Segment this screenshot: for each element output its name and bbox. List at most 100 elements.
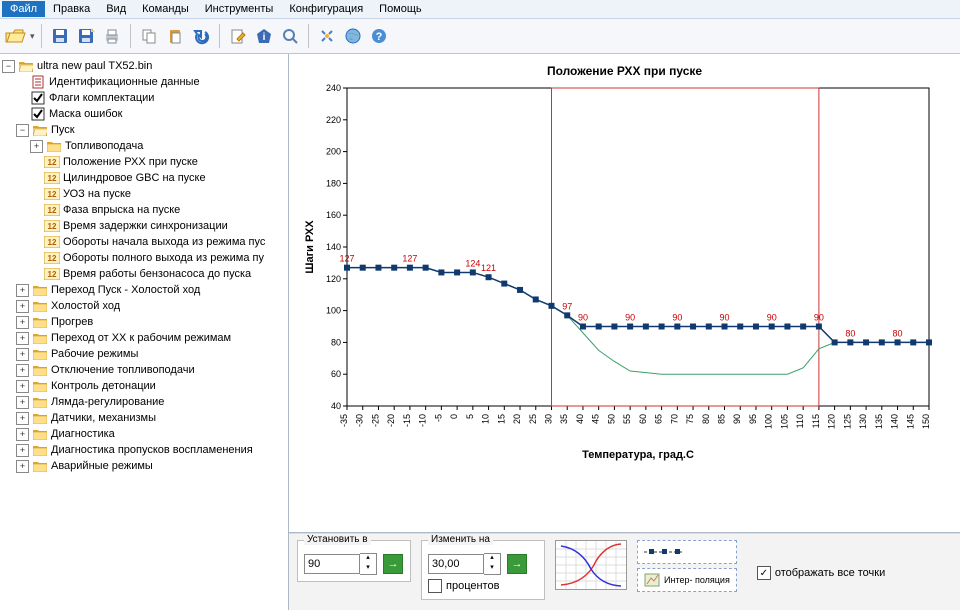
tree-pusk-child-8[interactable]: 12 Время работы бензонасоса до пуска xyxy=(2,266,286,282)
svg-text:0: 0 xyxy=(449,414,459,419)
set-value-spinner[interactable]: ▴▾ xyxy=(360,553,377,575)
tree-toggle-icon[interactable]: + xyxy=(16,444,29,457)
save-button[interactable] xyxy=(48,24,72,48)
svg-text:100: 100 xyxy=(764,414,774,429)
menu-файл[interactable]: Файл xyxy=(2,1,45,17)
tree-node-label: УОЗ на пуске xyxy=(63,188,131,200)
show-all-points-checkbox[interactable]: ✓ xyxy=(757,566,771,580)
tools-button[interactable] xyxy=(315,24,339,48)
set-value-apply-button[interactable]: → xyxy=(383,554,403,574)
menu-конфигурация[interactable]: Конфигурация xyxy=(281,1,371,17)
tree-pusk-child-4[interactable]: 12 Фаза впрыска на пуске xyxy=(2,202,286,218)
menu-команды[interactable]: Команды xyxy=(134,1,197,17)
tree-pusk-child-2[interactable]: 12 Цилиндровое GBC на пуске xyxy=(2,170,286,186)
svg-text:200: 200 xyxy=(326,147,341,157)
tree-folder-3[interactable]: + Переход от ХХ к рабочим режимам xyxy=(2,330,286,346)
tree-toggle-icon[interactable]: + xyxy=(16,364,29,377)
svg-text:60: 60 xyxy=(638,414,648,424)
tree-node-label: Положение РХХ при пуске xyxy=(63,156,198,168)
svg-text:90: 90 xyxy=(767,313,777,323)
tree-root-child-2[interactable]: Маска ошибок xyxy=(2,106,286,122)
percent-checkbox[interactable] xyxy=(428,579,442,593)
tree-toggle-icon[interactable]: + xyxy=(16,380,29,393)
edit-button[interactable] xyxy=(226,24,250,48)
interpolation-button[interactable]: Интер- поляция xyxy=(637,568,737,592)
set-value-input[interactable] xyxy=(304,554,360,574)
tree-toggle-icon[interactable]: + xyxy=(16,332,29,345)
tree-node-icon xyxy=(32,347,48,361)
line-style-button[interactable] xyxy=(637,540,737,564)
tree-root[interactable]: − ultra new paul TX52.bin xyxy=(2,58,286,74)
tree-toggle-icon[interactable]: + xyxy=(16,300,29,313)
tree-folder-1[interactable]: + Холостой ход xyxy=(2,298,286,314)
tree-pusk-child-5[interactable]: 12 Время задержки синхронизации xyxy=(2,218,286,234)
change-by-spinner[interactable]: ▴▾ xyxy=(484,553,501,575)
search-button[interactable] xyxy=(278,24,302,48)
tree-toggle-icon[interactable]: − xyxy=(16,124,29,137)
dropdown-icon[interactable]: ▾ xyxy=(30,31,35,42)
svg-text:80: 80 xyxy=(845,328,855,338)
globe-button[interactable] xyxy=(341,24,365,48)
change-by-apply-button[interactable]: → xyxy=(507,554,527,574)
tree-folder-6[interactable]: + Контроль детонации xyxy=(2,378,286,394)
tree-toggle-icon[interactable]: + xyxy=(16,412,29,425)
svg-text:80: 80 xyxy=(893,328,903,338)
tree-toggle-icon[interactable]: + xyxy=(30,140,43,153)
change-by-input[interactable] xyxy=(428,554,484,574)
tree-folder-4[interactable]: + Рабочие режимы xyxy=(2,346,286,362)
tree-toggle-icon[interactable]: + xyxy=(16,460,29,473)
tree-node-icon xyxy=(32,363,48,377)
chart-plot[interactable]: 406080100120140160180200220240-35-30-25-… xyxy=(299,82,939,462)
tree-node-label: Топливоподача xyxy=(65,140,143,152)
menu-вид[interactable]: Вид xyxy=(98,1,134,17)
tree-folder-0[interactable]: + Переход Пуск - Холостой ход xyxy=(2,282,286,298)
tree-root-child-0[interactable]: Идентификационные данные xyxy=(2,74,286,90)
menu-инструменты[interactable]: Инструменты xyxy=(197,1,282,17)
tree-folder-2[interactable]: + Прогрев xyxy=(2,314,286,330)
chart-area: Положение РХХ при пуске 4060801001201401… xyxy=(289,54,960,533)
tree-pusk-child-0[interactable]: + Топливоподача xyxy=(2,138,286,154)
open-button[interactable] xyxy=(4,24,28,48)
tree-pusk-child-7[interactable]: 12 Обороты полного выхода из режима пу xyxy=(2,250,286,266)
paste-button[interactable] xyxy=(163,24,187,48)
help-button[interactable]: ? xyxy=(367,24,391,48)
svg-text:35: 35 xyxy=(559,414,569,424)
tree-toggle-icon[interactable]: + xyxy=(16,428,29,441)
svg-text:50: 50 xyxy=(606,414,616,424)
tree-pusk-child-6[interactable]: 12 Обороты начала выхода из режима пус xyxy=(2,234,286,250)
tree-root-child-1[interactable]: Флаги комплектации xyxy=(2,90,286,106)
menu-помощь[interactable]: Помощь xyxy=(371,1,430,17)
mini-preview-chart xyxy=(555,540,627,590)
tree-folder-7[interactable]: + Лямда-регулирование xyxy=(2,394,286,410)
print-button[interactable] xyxy=(100,24,124,48)
svg-text:12: 12 xyxy=(48,222,57,231)
tree-folder-9[interactable]: + Диагностика xyxy=(2,426,286,442)
svg-text:180: 180 xyxy=(326,178,341,188)
save-as-button[interactable] xyxy=(74,24,98,48)
tree-node-label: Отключение топливоподачи xyxy=(51,364,195,376)
tree-node-icon xyxy=(32,459,48,473)
menu-правка[interactable]: Правка xyxy=(45,1,98,17)
tree-pusk-child-3[interactable]: 12 УОЗ на пуске xyxy=(2,186,286,202)
tree-node-icon: 12 xyxy=(44,187,60,201)
undo-button[interactable] xyxy=(189,24,213,48)
tree-toggle-icon[interactable]: + xyxy=(16,348,29,361)
svg-text:65: 65 xyxy=(654,414,664,424)
tree-pusk[interactable]: − Пуск xyxy=(2,122,286,138)
info-button[interactable]: i xyxy=(252,24,276,48)
chart-title: Положение РХХ при пуске xyxy=(299,64,950,78)
svg-text:20: 20 xyxy=(512,414,522,424)
svg-text:140: 140 xyxy=(326,242,341,252)
copy-button[interactable] xyxy=(137,24,161,48)
tree-folder-10[interactable]: + Диагностика пропусков воспламенения xyxy=(2,442,286,458)
tree-toggle-icon[interactable]: + xyxy=(16,316,29,329)
tree-toggle-icon[interactable]: + xyxy=(16,396,29,409)
tree-toggle-icon[interactable]: + xyxy=(16,284,29,297)
tree-pusk-child-1[interactable]: 12 Положение РХХ при пуске xyxy=(2,154,286,170)
tree-folder-11[interactable]: + Аварийные режимы xyxy=(2,458,286,474)
tree-folder-5[interactable]: + Отключение топливоподачи xyxy=(2,362,286,378)
tree-toggle-icon xyxy=(30,269,41,280)
svg-text:12: 12 xyxy=(48,190,57,199)
tree-folder-8[interactable]: + Датчики, механизмы xyxy=(2,410,286,426)
tree-toggle-icon[interactable]: − xyxy=(2,60,15,73)
